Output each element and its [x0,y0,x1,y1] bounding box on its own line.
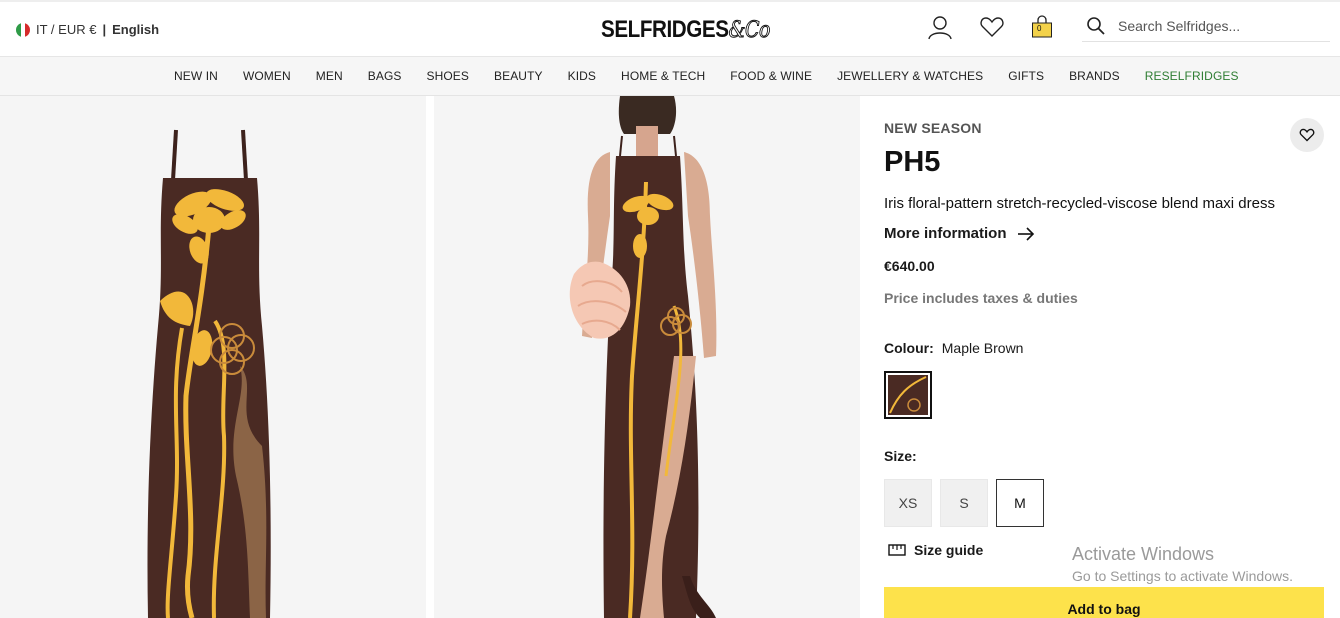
nav-item-food-wine[interactable]: FOOD & WINE [730,69,812,83]
locale-region: IT / EUR € [36,22,97,37]
nav-item-reselfridges[interactable]: RESELFRIDGES [1145,69,1239,83]
nav-item-new-in[interactable]: NEW IN [174,69,218,83]
watermark-line-2: Go to Settings to activate Windows. [1072,568,1293,584]
bag-count: 0 [1037,24,1042,33]
colour-row: Colour: Maple Brown [884,340,1023,356]
colour-label: Colour: [884,340,934,356]
size-option-m[interactable]: M [996,479,1044,527]
more-information-link[interactable]: More information [884,225,1035,242]
nav-item-jewellery-watches[interactable]: JEWELLERY & WATCHES [837,69,983,83]
size-label: Size: [884,448,917,464]
nav-item-beauty[interactable]: BEAUTY [494,69,543,83]
heart-icon [1299,128,1315,142]
selfridges-logo[interactable]: SELFRIDGES&Co [601,16,771,44]
windows-activation-watermark: Activate Windows Go to Settings to activ… [1072,544,1293,584]
product-brand[interactable]: PH5 [884,146,940,179]
nav-item-home-tech[interactable]: HOME & TECH [621,69,705,83]
search-bar[interactable] [1082,10,1330,42]
italy-flag-icon [16,22,30,37]
locale-language: English [112,22,160,37]
nav-item-gifts[interactable]: GIFTS [1008,69,1044,83]
locale-separator: | [102,22,107,37]
arrow-right-icon [1017,226,1034,241]
main-nav: NEW IN WOMEN MEN BAGS SHOES BEAUTY KIDS … [0,57,1340,96]
top-header: IT / EUR € | English SELFRIDGES&Co 0 [0,0,1340,57]
nav-item-brands[interactable]: BRANDS [1069,69,1120,83]
product-description: Iris floral-pattern stretch-recycled-vis… [884,195,1275,212]
nav-item-shoes[interactable]: SHOES [426,69,469,83]
more-information-label: More information [884,225,1007,242]
locale-selector[interactable]: IT / EUR € | English [16,22,159,37]
size-option-s[interactable]: S [940,479,988,527]
size-guide-link[interactable]: Size guide [888,542,983,558]
nav-item-bags[interactable]: BAGS [368,69,402,83]
search-input[interactable] [1118,17,1318,34]
bag-icon[interactable]: 0 [1030,14,1056,40]
wishlist-icon[interactable] [979,14,1005,40]
product-image-flat[interactable] [0,96,426,618]
logo-amp: &Co [728,18,771,44]
nav-item-women[interactable]: WOMEN [243,69,291,83]
colour-swatch-maple-brown[interactable] [884,371,932,419]
account-icon[interactable] [927,14,953,40]
add-to-bag-button[interactable]: Add to bag [884,587,1324,618]
tax-note: Price includes taxes & duties [884,290,1078,306]
search-icon[interactable] [1086,16,1106,36]
product-price: €640.00 [884,258,935,274]
ruler-icon [888,544,906,556]
product-image-model[interactable] [434,96,860,618]
size-option-xs[interactable]: XS [884,479,932,527]
size-options: XS S M [884,479,1052,527]
nav-item-men[interactable]: MEN [316,69,343,83]
colour-value: Maple Brown [941,340,1024,356]
new-season-badge: NEW SEASON [884,120,982,136]
nav-item-kids[interactable]: KIDS [568,69,596,83]
watermark-line-1: Activate Windows [1072,544,1215,564]
size-guide-label: Size guide [914,542,984,558]
add-to-wishlist-button[interactable] [1290,118,1324,152]
logo-text: SELFRIDGES [601,16,729,43]
